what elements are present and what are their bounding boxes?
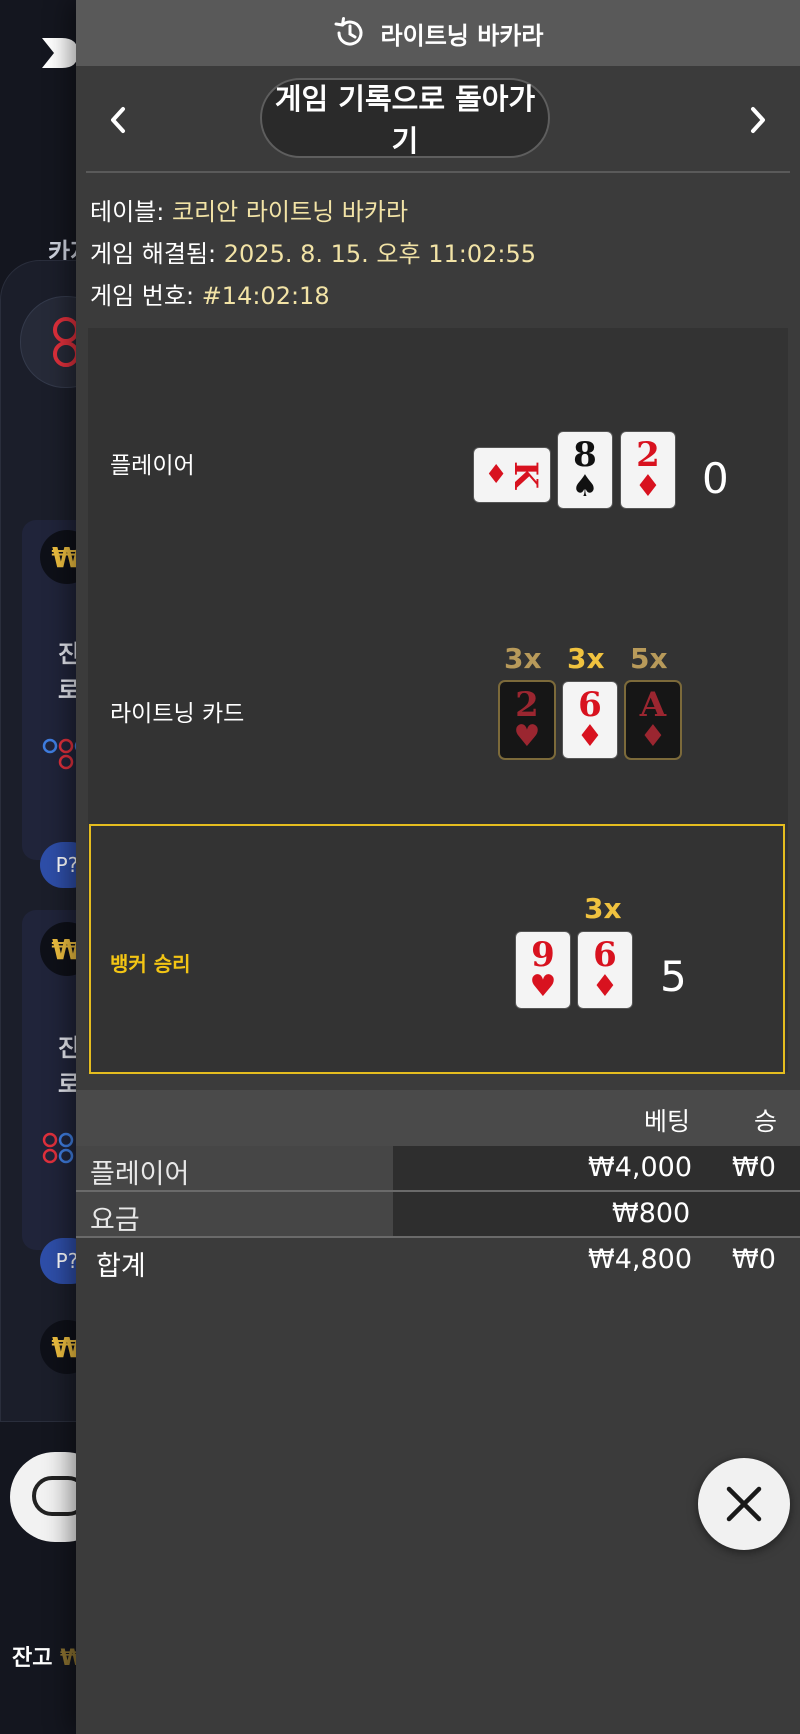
info-resolved-value: 2025. 8. 15. 오후 11:02:55 [223,240,537,268]
card-suit: ♦ [639,719,667,754]
header-divider [86,171,790,173]
panel-title: 라이트닝 바카라 [380,21,544,50]
bets-table-header: 베팅 승 [76,1090,800,1146]
lightning-multiplier: 3x [504,642,542,675]
card-suit: ♦ [576,719,604,754]
bet-total-win: ₩0 [732,1244,776,1275]
info-table-value: 코리안 라이트닝 바카라 [171,198,409,226]
card-rank: 9 [531,935,555,975]
info-table-label: 테이블: [90,198,165,226]
lightning-multiplier: 5x [630,642,668,675]
info-game-number-label: 게임 번호: [90,282,195,310]
card-rank: A [639,685,667,725]
card-rank: K [506,461,545,489]
bets-col-bet: 베팅 [644,1107,691,1136]
bet-row-amount: ₩4,000 [588,1152,692,1183]
banker-winner-box [89,824,785,1074]
bet-row-fee: 요금 ₩800 [76,1192,800,1236]
bet-row-amount: ₩800 [612,1198,691,1229]
brand-logo-icon [42,38,78,68]
info-game-number-value: #14:02:18 [201,282,330,310]
bet-row-player: 플레이어 ₩4,000 ₩0 [76,1146,800,1190]
bet-total-amount: ₩4,800 [588,1244,692,1275]
card-suit: ♠ [571,469,599,504]
card-suit: ♦ [591,969,619,1004]
banker-score: 5 [660,952,687,1001]
player-card-3: 2 ♦ [621,432,675,508]
lightning-card-1: 2 ♥ [500,682,554,758]
lightning-cards-label: 라이트닝 카드 [110,701,245,727]
card-suit: ♥ [513,719,541,754]
banker-card-2: 6 ♦ [578,932,632,1008]
card-rank: 6 [593,935,617,975]
prev-game-button[interactable] [94,96,142,144]
lightning-card-2: 6 ♦ [563,682,617,758]
card-rank: 6 [578,685,602,725]
card-rank: 2 [636,435,660,475]
banker-win-label: 뱅커 승리 [110,952,191,976]
panel-header: 라이트닝 바카라 [76,0,800,66]
info-resolved: 게임 해결됨: 2025. 8. 15. 오후 11:02:55 [90,234,536,269]
game-history-panel: 라이트닝 바카라 게임 기록으로 돌아가기 테이블: 코리안 라이트닝 바카라 … [76,0,800,1734]
bet-row-name: 요금 [90,1205,140,1236]
back-to-history-button[interactable]: 게임 기록으로 돌아가기 [260,78,550,158]
info-game-number: 게임 번호: #14:02:18 [90,276,330,311]
card-suit: ♦ [484,460,508,490]
bet-row-name: 플레이어 [90,1159,190,1190]
lightning-card-3: A ♦ [626,682,680,758]
info-resolved-label: 게임 해결됨: [90,240,217,268]
close-icon [726,1486,762,1522]
bets-col-win: 승 [754,1107,778,1136]
player-score: 0 [702,454,729,503]
chevron-right-icon [751,107,765,133]
banker-card-1: 9 ♥ [516,932,570,1008]
bet-row-win: ₩0 [732,1152,776,1183]
card-rank: 8 [573,435,597,475]
chevron-left-icon [111,107,125,133]
card-suit: ♦ [634,469,662,504]
bet-total-name: 합계 [96,1251,146,1282]
card-suit: ♥ [529,969,557,1004]
player-label: 플레이어 [110,453,195,479]
next-game-button[interactable] [734,96,782,144]
player-card-2: 8 ♠ [558,432,612,508]
banker-card-multiplier: 3x [584,892,622,925]
close-panel-button[interactable] [698,1458,790,1550]
balance-label: 잔고 [12,1646,53,1671]
player-card-1: ♦ K [474,448,550,502]
lightning-multiplier: 3x [567,642,605,675]
bet-row-total: 합계 ₩4,800 ₩0 [76,1238,800,1282]
card-rank: 2 [515,685,539,725]
history-icon [334,17,362,46]
info-table: 테이블: 코리안 라이트닝 바카라 [90,192,408,227]
